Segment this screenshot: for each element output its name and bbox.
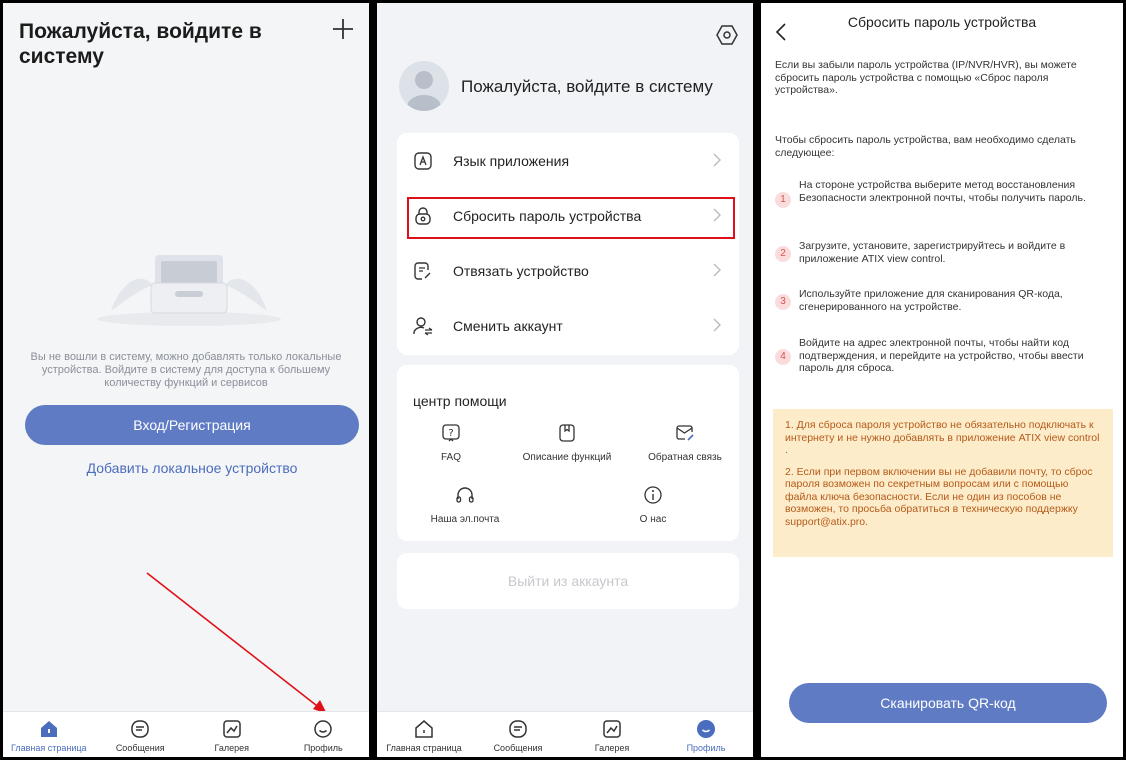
headset-icon (456, 487, 474, 503)
annotation-arrow-icon (146, 572, 327, 714)
tab-label: Сообщения (493, 743, 543, 753)
step-text: На стороне устройства выберите метод вос… (799, 179, 1086, 204)
help-item-features[interactable]: Описание функций (517, 423, 617, 464)
tab-bar: Главная страница Сообщения Галерея Профи… (377, 711, 753, 757)
step-text: Загрузите, установите, зарегистрируйтесь… (799, 240, 1066, 265)
tab-label: Сообщения (115, 743, 165, 753)
intro-text: Если вы забыли пароль устройства (IP/NVR… (775, 59, 1077, 96)
tab-home[interactable]: Главная страница (377, 712, 471, 757)
tab-label: Галерея (594, 743, 630, 753)
highlight-box (407, 197, 735, 239)
page-title: Сбросить пароль устройства (847, 14, 1037, 30)
help-item-feedback[interactable]: Обратная связь (635, 423, 735, 464)
step-number: 4 (775, 349, 791, 365)
profile-icon (697, 720, 715, 738)
gallery-icon (223, 720, 241, 738)
note-text: 1. Для сброса пароля устройство не обяза… (785, 419, 1100, 456)
bookmark-icon (559, 424, 575, 442)
empty-box-icon (97, 255, 281, 326)
step-number: 3 (775, 294, 791, 310)
tab-messages[interactable]: Сообщения (471, 712, 565, 757)
tab-profile[interactable]: Профиль (278, 712, 370, 757)
avatar[interactable] (399, 61, 449, 111)
help-item-faq[interactable]: ? FAQ (401, 423, 501, 464)
tab-label: Профиль (686, 743, 726, 753)
avatar-icon (407, 71, 441, 111)
tab-bar: Главная страница Сообщения Галерея Профи… (3, 711, 369, 757)
help-center-title: центр помощи (413, 393, 507, 409)
feedback-icon (676, 425, 694, 441)
menu-item-unbind-device[interactable]: Отвязать устройство (397, 243, 739, 298)
scan-qr-button[interactable]: Сканировать QR-код (789, 683, 1107, 723)
message-icon (131, 720, 149, 738)
reset-password-screen: Сбросить пароль устройства Если вы забыл… (761, 3, 1123, 757)
menu-label: Отвязать устройство (453, 262, 589, 279)
home-screen: Пожалуйста, войдите в систему Вы не вошл… (3, 3, 369, 757)
tab-home[interactable]: Главная страница (3, 712, 95, 757)
menu-item-language[interactable]: Язык приложения (397, 133, 739, 188)
step-text: Используйте приложение для сканирования … (799, 288, 1063, 313)
help-center: центр помощи ? FAQ Описание функций Обра… (397, 365, 739, 541)
tab-profile[interactable]: Профиль (659, 712, 753, 757)
tab-label: Профиль (303, 743, 343, 753)
add-local-device-link[interactable]: Добавить локальное устройство (25, 460, 359, 476)
step-number: 1 (775, 192, 791, 208)
profile-icon (314, 720, 332, 738)
help-item-about[interactable]: О нас (603, 485, 703, 526)
help-item-email[interactable]: Наша эл.почта (415, 485, 515, 526)
chevron-right-icon (713, 153, 721, 167)
tab-label: Главная страница (386, 743, 462, 753)
page-title: Пожалуйста, войдите в систему (19, 20, 262, 68)
settings-icon[interactable] (715, 23, 739, 47)
profile-screen: Пожалуйста, войдите в систему Язык прило… (377, 3, 753, 757)
lead-text: Чтобы сбросить пароль устройства, вам не… (775, 134, 1076, 159)
tab-label: Галерея (214, 743, 249, 753)
menu-item-switch-account[interactable]: Сменить аккаунт (397, 298, 739, 353)
back-icon[interactable] (775, 23, 787, 41)
settings-menu: Язык приложения Сбросить пароль устройст… (397, 133, 739, 355)
login-hint: Вы не вошли в систему, можно добавлять т… (30, 351, 342, 389)
home-icon (415, 720, 433, 738)
logout-button[interactable]: Выйти из аккаунта (397, 553, 739, 609)
note-text: 2. Если при первом включении вы не добав… (785, 465, 1093, 528)
login-button[interactable]: Вход/Регистрация (25, 405, 359, 445)
tab-gallery[interactable]: Галерея (565, 712, 659, 757)
info-icon (644, 486, 662, 504)
note-box: 1. Для сброса пароля устройство не обяза… (773, 409, 1113, 557)
logout-label: Выйти из аккаунта (507, 573, 629, 589)
step-text: Войдите на адрес электронной почты, чтоб… (799, 337, 1084, 374)
message-icon (509, 720, 527, 738)
unbind-icon (414, 261, 431, 280)
tab-messages[interactable]: Сообщения (95, 712, 187, 757)
tab-gallery[interactable]: Галерея (186, 712, 278, 757)
menu-label: Язык приложения (453, 152, 570, 169)
switch-account-icon (413, 316, 433, 336)
login-prompt[interactable]: Пожалуйста, войдите в систему (461, 77, 713, 97)
svg-text:?: ? (448, 428, 453, 439)
home-icon (40, 721, 57, 737)
faq-icon: ? (442, 424, 460, 442)
chevron-right-icon (713, 263, 721, 277)
gallery-icon (603, 720, 621, 738)
language-icon (414, 151, 432, 170)
chevron-right-icon (713, 318, 721, 332)
plus-icon[interactable] (329, 15, 357, 43)
step-number: 2 (775, 246, 791, 262)
menu-label: Сменить аккаунт (453, 317, 563, 334)
tab-label: Главная страница (10, 743, 87, 753)
